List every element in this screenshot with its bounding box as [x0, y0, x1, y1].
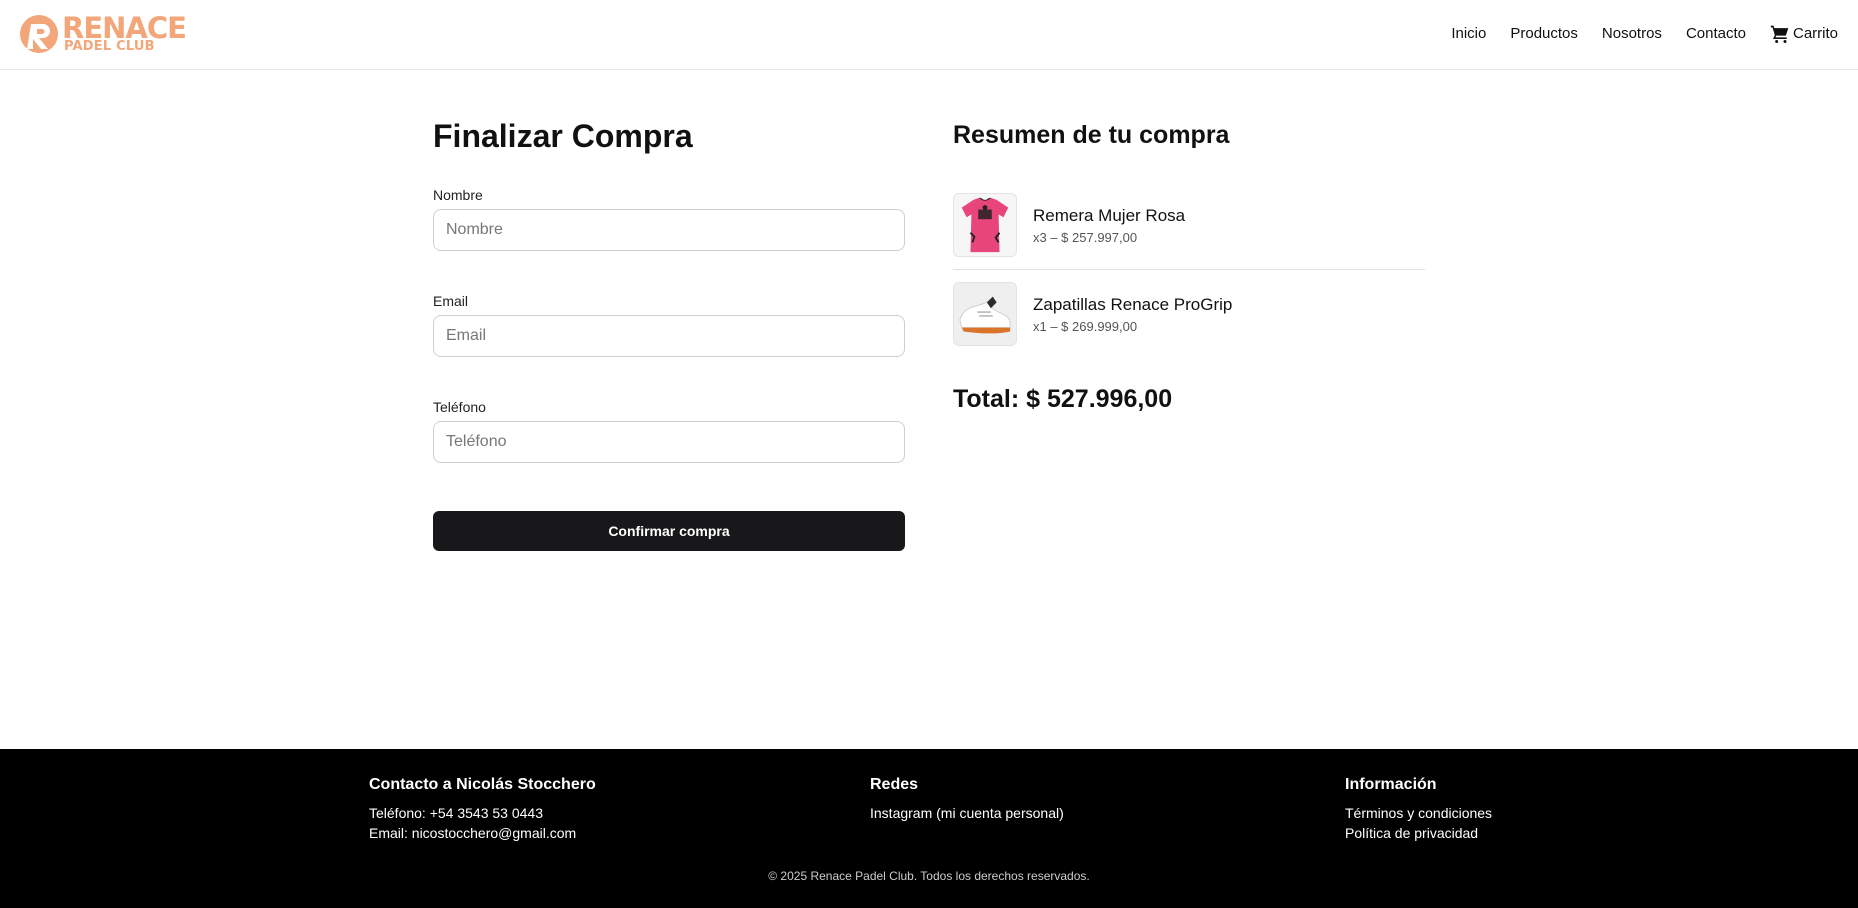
email-input[interactable]: [433, 315, 905, 357]
logo-mark-icon: [20, 15, 58, 53]
product-thumbnail-pink-shirt: [953, 193, 1017, 257]
product-detail: x3 – $ 257.997,00: [1033, 230, 1138, 245]
email-label: Email: [433, 293, 469, 309]
summary-item: Remera Mujer Rosa x3 – $ 257.997,00: [953, 193, 1425, 270]
brand-logo[interactable]: RENACE PADEL CLUB: [18, 12, 187, 56]
site-footer: Contacto a Nicolás Stocchero Teléfono: +…: [0, 749, 1858, 908]
summary-title: Resumen de tu compra: [953, 121, 1230, 149]
page-title: Finalizar Compra: [433, 118, 693, 154]
product-name: Remera Mujer Rosa: [1033, 206, 1186, 225]
footer-phone: Teléfono: +54 3543 53 0443: [369, 805, 543, 821]
nav-carrito-label: Carrito: [1792, 25, 1838, 42]
nombre-input[interactable]: [433, 209, 905, 251]
order-total: Total: $ 527.996,00: [953, 385, 1173, 413]
cart-icon: [1770, 25, 1789, 43]
footer-instagram-link[interactable]: Instagram (mi cuenta personal): [870, 803, 1064, 823]
footer-privacy-link[interactable]: Política de privacidad: [1345, 823, 1492, 843]
footer-info: Información Términos y condiciones Polít…: [1345, 775, 1492, 843]
pink-shirt-image: [954, 194, 1016, 256]
footer-terms-link[interactable]: Términos y condiciones: [1345, 803, 1492, 823]
footer-contact-title: Contacto a Nicolás Stocchero: [369, 776, 596, 793]
copyright: © 2025 Renace Padel Club. Todos los dere…: [768, 869, 1090, 883]
product-name: Zapatillas Renace ProGrip: [1033, 295, 1233, 314]
nav-inicio[interactable]: Inicio: [1451, 23, 1486, 45]
nav-carrito[interactable]: Carrito: [1770, 23, 1838, 45]
product-detail: x1 – $ 269.999,00: [1033, 319, 1138, 334]
nav-contacto[interactable]: Contacto: [1686, 23, 1746, 45]
main-nav: Inicio Productos Nosotros Contacto Carri…: [1427, 22, 1838, 46]
nombre-label: Nombre: [433, 187, 483, 203]
telefono-label: Teléfono: [433, 399, 486, 415]
footer-info-title: Información: [1345, 776, 1437, 793]
summary-item: Zapatillas Renace ProGrip x1 – $ 269.999…: [953, 282, 1425, 348]
site-header: RENACE PADEL CLUB Inicio Productos Nosot…: [0, 0, 1858, 70]
nav-nosotros[interactable]: Nosotros: [1602, 23, 1662, 45]
white-sneaker-image: [954, 283, 1016, 345]
footer-social: Redes Instagram (mi cuenta personal): [870, 775, 1064, 823]
nav-productos[interactable]: Productos: [1510, 23, 1578, 45]
telefono-input[interactable]: [433, 421, 905, 463]
confirm-purchase-button[interactable]: Confirmar compra: [433, 511, 905, 551]
footer-social-title: Redes: [870, 776, 919, 793]
footer-contact: Contacto a Nicolás Stocchero Teléfono: +…: [369, 775, 596, 843]
brand-tagline: PADEL CLUB: [64, 39, 155, 54]
footer-email: Email: nicostocchero@gmail.com: [369, 825, 577, 841]
product-thumbnail-white-sneaker: [953, 282, 1017, 346]
